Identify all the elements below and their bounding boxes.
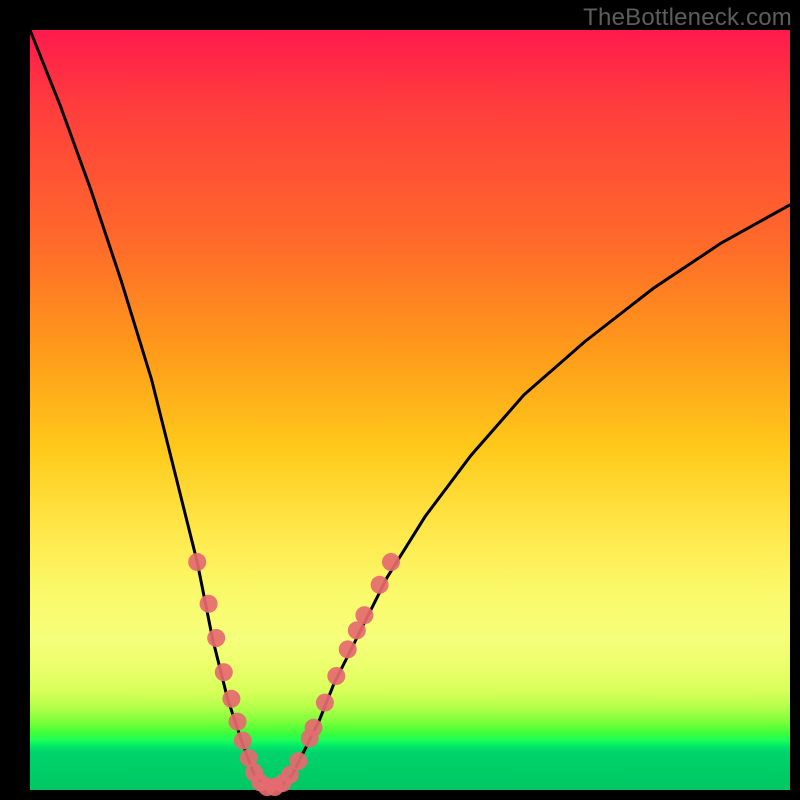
chart-svg <box>30 30 790 790</box>
bottleneck-curve <box>30 30 790 786</box>
curve-marker <box>215 663 233 681</box>
curve-marker <box>234 732 252 750</box>
curve-marker <box>355 606 373 624</box>
plot-area <box>30 30 790 790</box>
curve-marker <box>229 713 247 731</box>
curve-marker <box>316 694 334 712</box>
curve-marker <box>327 667 345 685</box>
watermark-text: TheBottleneck.com <box>583 4 792 32</box>
curve-marker <box>207 629 225 647</box>
curve-marker <box>188 553 206 571</box>
curve-marker <box>305 719 323 737</box>
curve-marker <box>382 553 400 571</box>
curve-marker <box>339 640 357 658</box>
chart-frame: TheBottleneck.com <box>0 0 800 800</box>
curve-marker <box>222 690 240 708</box>
curve-marker <box>371 576 389 594</box>
curve-marker <box>200 595 218 613</box>
curve-marker <box>289 752 307 770</box>
curve-markers <box>188 553 400 796</box>
